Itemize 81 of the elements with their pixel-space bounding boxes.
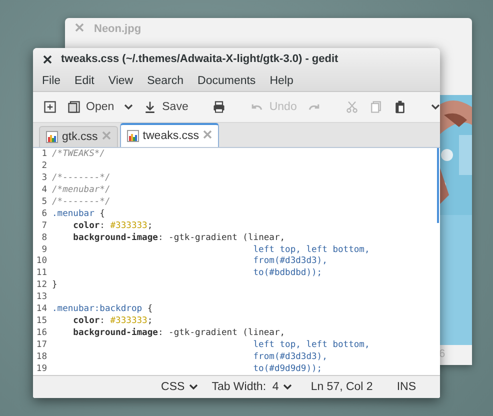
window-title: tweaks.css (~/.themes/Adwaita-X-light/gtk-3.0) - gedit	[61, 53, 338, 65]
code-text: ;	[147, 316, 153, 328]
code-text: .menubar:backdrop	[52, 304, 142, 316]
tab-label: tweaks.css	[142, 130, 200, 142]
download-arrow-icon	[143, 100, 158, 114]
line-number: 12	[35, 280, 48, 292]
code-text: from(#d3d3d3),	[252, 352, 328, 364]
line-number: 11	[35, 268, 48, 280]
code-text: background-image	[72, 232, 158, 244]
line-number: 4	[40, 184, 48, 197]
cursor-position: Ln 57, Col 2	[310, 381, 374, 393]
line-number: 8	[40, 232, 48, 244]
code-text: #333333	[109, 220, 148, 232]
line-number: 2	[40, 160, 48, 173]
tab-width-dropdown[interactable]: Tab Width: 4	[204, 381, 299, 393]
code-text: ;	[147, 220, 153, 232]
code-text: :	[100, 316, 105, 328]
line-number: 19	[35, 364, 48, 375]
code-text: left top, left bottom,	[252, 340, 370, 352]
copy-icon	[368, 100, 383, 114]
line-number: 5	[40, 196, 48, 209]
code-text: to(#d9d9d9));	[252, 364, 322, 375]
line-number: 9	[40, 244, 48, 256]
caret-icon	[430, 104, 440, 110]
code-text: : -gtk-gradient (linear,	[158, 232, 286, 244]
code-text: .menubar	[52, 208, 94, 221]
new-document-icon	[43, 100, 57, 114]
line-number: 10	[35, 256, 48, 268]
line-number: 15	[35, 316, 48, 328]
close-icon[interactable]	[43, 54, 52, 64]
file-icon	[126, 130, 139, 142]
insert-mode: INS	[396, 381, 417, 393]
tab[interactable]: tweaks.css	[120, 123, 220, 147]
code-text: : -gtk-gradient (linear,	[158, 328, 286, 340]
menu-item[interactable]: Edit	[68, 74, 102, 86]
code-text: color	[72, 316, 100, 328]
code-text: to(#bdbdbd));	[252, 268, 322, 280]
tab-close-icon[interactable]	[203, 130, 212, 139]
code-text: #333333	[109, 316, 148, 328]
language-dropdown[interactable]: CSS	[154, 381, 205, 393]
code-text: color	[72, 220, 100, 232]
code-text: /*-------*/	[52, 196, 110, 209]
line-number: 1	[40, 149, 48, 161]
printer-icon	[212, 100, 226, 114]
window-title: Neon.jpg	[94, 23, 142, 35]
line-number: 18	[35, 352, 48, 364]
code-text: left top, left bottom,	[252, 244, 370, 256]
caret-icon	[282, 384, 292, 390]
menu-item[interactable]: Help	[262, 74, 300, 86]
caret-icon	[124, 104, 134, 110]
menu-item[interactable]: Search	[140, 74, 191, 86]
clipboard-icon	[392, 100, 407, 114]
code-text: {	[146, 304, 153, 316]
toolbar-button[interactable]: Open	[63, 97, 118, 117]
caret-icon	[188, 384, 198, 390]
code-text: }	[52, 280, 58, 292]
menu-item[interactable]: File	[35, 74, 68, 86]
code-text: :	[100, 220, 105, 232]
tab-label: gtk.css	[62, 131, 98, 143]
line-number: 3	[40, 172, 48, 185]
scrollbar[interactable]	[437, 148, 439, 223]
code-text: {	[98, 208, 105, 221]
tab[interactable]: gtk.css	[39, 126, 118, 147]
document-icon	[67, 100, 81, 114]
line-number: 16	[35, 328, 48, 340]
menu-item[interactable]: View	[101, 74, 140, 86]
line-number: 7	[40, 220, 48, 233]
code-text: background-image	[72, 328, 158, 340]
code-text: from(#d3d3d3),	[252, 256, 328, 268]
code-text: /*TWEAKS*/	[52, 149, 105, 161]
menu-item[interactable]: Documents	[190, 74, 263, 86]
line-number: 14	[35, 304, 48, 316]
toolbar-button[interactable]: Save	[139, 97, 192, 117]
code-editor[interactable]	[33, 148, 440, 375]
line-number: 6	[40, 208, 48, 221]
file-icon	[46, 131, 58, 143]
scissors-icon	[344, 100, 359, 114]
line-number: 13	[35, 292, 48, 304]
code-text: /*-------*/	[52, 172, 110, 185]
code-text: /*menubar*/	[52, 184, 110, 197]
line-number: 17	[35, 340, 48, 352]
